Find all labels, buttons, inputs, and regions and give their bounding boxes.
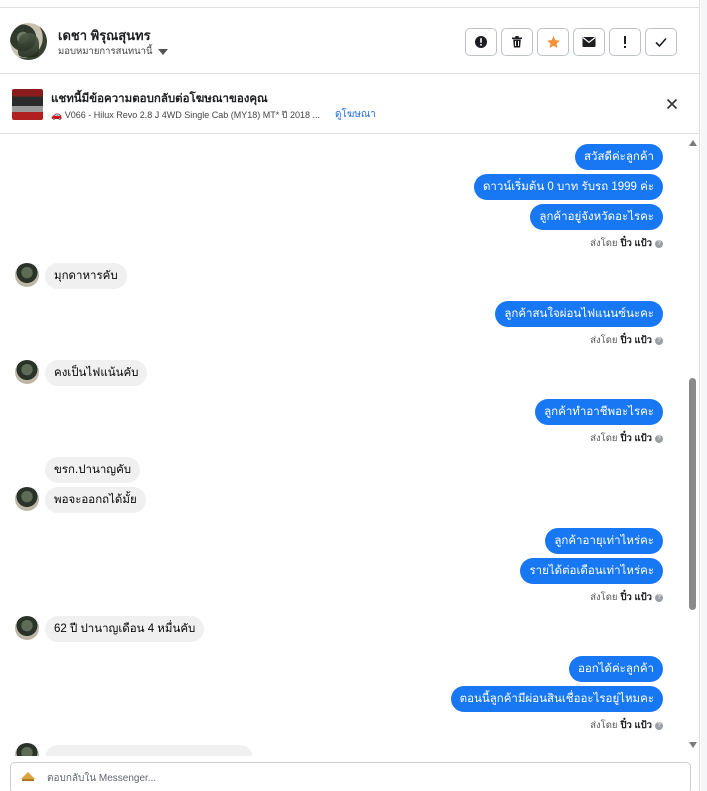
incoming-message[interactable]: ขรก.ปานาญคับ bbox=[45, 457, 141, 483]
outgoing-message[interactable]: ออกได้ค่ะลูกค้า bbox=[568, 656, 663, 682]
outgoing-message[interactable]: ลูกค้าทำอาชีพอะไรคะ bbox=[535, 399, 663, 425]
sent-by-prefix: ส่งโดย bbox=[590, 720, 618, 731]
ad-banner-subtitle: 🚗 V066 - Hilux Revo 2.8 J 4WD Single Cab… bbox=[51, 110, 321, 120]
info-icon[interactable]: ? bbox=[655, 593, 663, 602]
sent-by-label: ส่งโดย ปิ๋ว แป้ว ? bbox=[590, 236, 663, 251]
outgoing-message[interactable]: ดาวน์เริ่มต้น 0 บาท รับรถ 1999 ค่ะ bbox=[473, 174, 663, 200]
chat-scrollbar[interactable] bbox=[688, 135, 698, 755]
message-input[interactable] bbox=[47, 770, 647, 786]
contact-avatar-small[interactable] bbox=[15, 616, 39, 640]
sent-by-prefix: ส่งโดย bbox=[590, 238, 618, 249]
contact-avatar-small[interactable] bbox=[15, 263, 39, 287]
sent-by-name: ปิ๋ว แป้ว bbox=[620, 335, 653, 346]
action-toolbar bbox=[465, 28, 677, 56]
contact-avatar-small[interactable] bbox=[15, 487, 39, 511]
assign-dropdown[interactable]: มอบหมายการสนทนานี้ bbox=[58, 44, 168, 59]
outgoing-message[interactable]: ลูกค้าอยู่จังหวัดอะไรคะ bbox=[530, 204, 663, 230]
sent-by-prefix: ส่งโดย bbox=[590, 335, 618, 346]
info-icon[interactable]: ? bbox=[655, 239, 663, 248]
incoming-message-partial[interactable] bbox=[45, 745, 253, 756]
conversation-header: เดชา พิรุณสุนทร มอบหมายการสนทนานี้ bbox=[0, 8, 700, 74]
info-icon[interactable]: ? bbox=[655, 434, 663, 443]
message-thread[interactable]: สวัสดีค่ะลูกค้า ดาวน์เริ่มต้น 0 บาท รับร… bbox=[0, 135, 700, 756]
reply-composer bbox=[10, 762, 691, 791]
outgoing-message[interactable]: ลูกค้าสนใจผ่อนไฟแนนซ์นะคะ bbox=[495, 301, 663, 327]
sent-by-prefix: ส่งโดย bbox=[590, 592, 618, 603]
contact-avatar-small[interactable] bbox=[15, 743, 39, 756]
outgoing-message[interactable]: รายได้ต่อเดือนเท่าไหร่คะ bbox=[520, 558, 663, 584]
right-gutter bbox=[701, 0, 707, 791]
incoming-message[interactable]: มุกดาหารคับ bbox=[45, 263, 127, 289]
chevron-down-icon bbox=[157, 48, 168, 55]
top-divider bbox=[0, 0, 700, 8]
contact-name[interactable]: เดชา พิรุณสุนทร bbox=[58, 25, 151, 46]
alert-circle-icon bbox=[475, 36, 487, 48]
assign-label: มอบหมายการสนทนานี้ bbox=[58, 46, 153, 57]
sent-by-label: ส่งโดย ปิ๋ว แป้ว ? bbox=[590, 590, 663, 605]
scroll-up-arrow-icon[interactable] bbox=[689, 140, 697, 146]
close-icon[interactable] bbox=[664, 96, 680, 112]
mark-spam-button[interactable] bbox=[465, 28, 497, 56]
contact-avatar-small[interactable] bbox=[15, 360, 39, 384]
trash-icon bbox=[512, 36, 522, 48]
outgoing-message[interactable]: ลูกค้าอายุเท่าไหร่คะ bbox=[545, 528, 663, 554]
sent-by-name: ปิ๋ว แป้ว bbox=[620, 720, 653, 731]
delete-button[interactable] bbox=[501, 28, 533, 56]
incoming-message[interactable]: พอจะออกถได้มั้ย bbox=[45, 487, 146, 513]
envelope-icon bbox=[582, 37, 596, 47]
conversation-panel: เดชา พิรุณสุนทร มอบหมายการสนทนานี้ แชทนี… bbox=[0, 0, 700, 791]
contact-avatar[interactable] bbox=[10, 23, 47, 60]
scroll-down-arrow-icon[interactable] bbox=[689, 742, 697, 748]
incoming-message[interactable]: 62 ปี ปานาญเดือน 4 หมื่นคับ bbox=[45, 616, 205, 642]
sent-by-label: ส่งโดย ปิ๋ว แป้ว ? bbox=[590, 333, 663, 348]
sent-by-name: ปิ๋ว แป้ว bbox=[620, 433, 653, 444]
sent-by-name: ปิ๋ว แป้ว bbox=[620, 592, 653, 603]
info-icon[interactable]: ? bbox=[655, 721, 663, 730]
view-ad-link[interactable]: ดูโฆษณา bbox=[335, 107, 376, 122]
sent-by-label: ส่งโดย ปิ๋ว แป้ว ? bbox=[590, 718, 663, 733]
outgoing-message[interactable]: ตอนนี้ลูกค้ามีผ่อนสินเชื่ออะไรอยู่ไหมคะ bbox=[450, 686, 663, 712]
sent-by-label: ส่งโดย ปิ๋ว แป้ว ? bbox=[590, 431, 663, 446]
star-icon bbox=[546, 35, 560, 48]
exclamation-icon bbox=[624, 36, 626, 48]
ad-thumbnail[interactable] bbox=[12, 89, 43, 120]
sent-by-name: ปิ๋ว แป้ว bbox=[620, 238, 653, 249]
incoming-message[interactable]: คงเป็นไฟแน้นคับ bbox=[45, 360, 148, 386]
scroll-thumb[interactable] bbox=[689, 378, 696, 610]
ad-banner-title: แชทนี้มีข้อความตอบกลับต่อโฆษณาของคุณ bbox=[51, 93, 268, 105]
ad-reply-banner: แชทนี้มีข้อความตอบกลับต่อโฆษณาของคุณ 🚗 V… bbox=[0, 75, 700, 134]
page-logo-icon bbox=[21, 772, 35, 781]
star-button[interactable] bbox=[537, 28, 569, 56]
mark-unread-button[interactable] bbox=[573, 28, 605, 56]
check-icon bbox=[655, 37, 667, 48]
mark-done-button[interactable] bbox=[645, 28, 677, 56]
sent-by-prefix: ส่งโดย bbox=[590, 433, 618, 444]
info-icon[interactable]: ? bbox=[655, 336, 663, 345]
follow-up-button[interactable] bbox=[609, 28, 641, 56]
outgoing-message[interactable]: สวัสดีค่ะลูกค้า bbox=[575, 144, 663, 170]
